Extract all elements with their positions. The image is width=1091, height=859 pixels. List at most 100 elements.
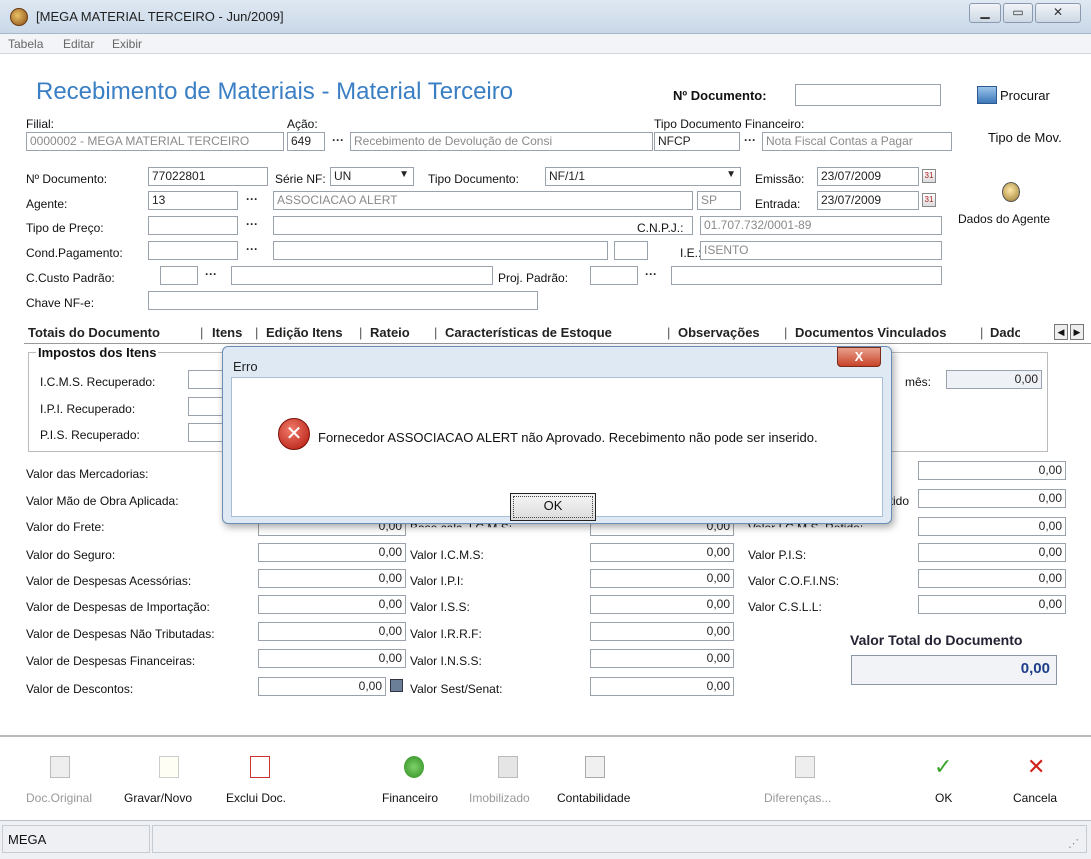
valor-inss-label: Valor I.N.S.S: xyxy=(410,654,482,668)
tab-edicao-itens[interactable]: Edição Itens xyxy=(266,325,343,340)
tipo-preco-desc-field xyxy=(273,216,693,235)
close-icon[interactable]: ✕ xyxy=(1035,3,1081,23)
valor-seguro-field[interactable]: 0,00 xyxy=(258,543,406,562)
cond-pag-label: Cond.Pagamento: xyxy=(26,246,123,260)
minimize-icon[interactable]: ▁ xyxy=(969,3,1001,23)
check-icon[interactable]: ✓ xyxy=(934,756,954,778)
pis-recuperado-label: P.I.S. Recuperado: xyxy=(40,428,140,442)
tab-itens[interactable]: Itens xyxy=(212,325,242,340)
delete-document-icon[interactable] xyxy=(250,756,270,778)
search-icon[interactable] xyxy=(977,86,997,104)
chave-field[interactable] xyxy=(148,291,538,310)
filial-field[interactable]: 0000002 - MEGA MATERIAL TERCEIRO xyxy=(26,132,284,151)
tipo-fin-code-field[interactable]: NFCP xyxy=(654,132,740,151)
contabilidade-button[interactable]: Contabilidade xyxy=(557,791,630,805)
tab-scroll-left-icon[interactable]: ◀ xyxy=(1054,324,1068,340)
cancela-button[interactable]: Cancela xyxy=(1013,791,1057,805)
imobilizado-button[interactable]: Imobilizado xyxy=(469,791,530,805)
valor-pis-label: Valor P.I.S: xyxy=(748,548,807,562)
tipo-preco-code-field[interactable] xyxy=(148,216,238,235)
doc-search-input[interactable] xyxy=(795,84,941,106)
valor-iss-label: Valor I.S.S: xyxy=(410,600,470,614)
tab-scroll-right-icon[interactable]: ▶ xyxy=(1070,324,1084,340)
valor-sest-senat-label: Valor Sest/Senat: xyxy=(410,682,503,696)
maximize-icon[interactable]: ▭ xyxy=(1003,3,1033,23)
ccusto-code-field[interactable] xyxy=(160,266,198,285)
differences-icon[interactable] xyxy=(795,756,815,778)
proj-label: Proj. Padrão: xyxy=(498,271,569,285)
new-document-icon[interactable] xyxy=(159,756,179,778)
agente-lookup-button[interactable]: ··· xyxy=(246,192,258,206)
financeiro-button[interactable]: Financeiro xyxy=(382,791,438,805)
tab-caracteristicas[interactable]: Características de Estoque xyxy=(445,325,612,340)
dialog-ok-button[interactable]: OK xyxy=(510,493,596,521)
dados-agente-button[interactable]: Dados do Agente xyxy=(958,212,1050,226)
ok-button[interactable]: OK xyxy=(935,791,952,805)
acao-code-field[interactable]: 649 xyxy=(287,132,325,151)
accounting-icon[interactable] xyxy=(585,756,605,778)
tipo-doc-select[interactable]: NF/1/1 ▼ xyxy=(545,167,741,186)
valor-desp-financeiras-field[interactable]: 0,00 xyxy=(258,649,406,668)
proj-lookup-button[interactable]: ··· xyxy=(645,267,657,281)
title-bar: [MEGA MATERIAL TERCEIRO - Jun/2009] ▁ ▭ … xyxy=(0,0,1091,34)
acao-lookup-button[interactable]: ··· xyxy=(332,133,344,147)
valor-desp-nao-tributadas-field[interactable]: 0,00 xyxy=(258,622,406,641)
ie-field: ISENTO xyxy=(700,241,942,260)
valor-desp-importacao-field[interactable]: 0,00 xyxy=(258,595,406,614)
calendar-icon[interactable]: 31 xyxy=(922,193,936,207)
document-icon[interactable] xyxy=(50,756,70,778)
calculator-icon[interactable] xyxy=(390,679,403,692)
tab-rateio[interactable]: Rateio xyxy=(370,325,410,340)
tab-totais[interactable]: Totais do Documento xyxy=(28,325,160,340)
agente-code-field[interactable]: 13 xyxy=(148,191,238,210)
diferencas-button[interactable]: Diferenças... xyxy=(764,791,831,805)
ccusto-lookup-button[interactable]: ··· xyxy=(205,267,217,281)
tab-separator: | xyxy=(255,325,259,340)
col3-row1-field: 0,00 xyxy=(918,461,1066,480)
calendar-icon[interactable]: 31 xyxy=(922,169,936,183)
serie-select[interactable]: UN ▼ xyxy=(330,167,414,186)
cancel-icon[interactable]: ✕ xyxy=(1027,756,1047,778)
entrada-label: Entrada: xyxy=(755,197,801,211)
error-icon: ✕ xyxy=(278,418,310,450)
agente-label: Agente: xyxy=(26,197,68,211)
num-doc-field[interactable]: 77022801 xyxy=(148,167,268,186)
tab-dados[interactable]: Dados xyxy=(990,325,1020,340)
tipo-fin-lookup-button[interactable]: ··· xyxy=(744,133,756,147)
impostos-group-title: Impostos dos Itens xyxy=(36,345,159,360)
menu-tabela[interactable]: Tabela xyxy=(8,37,43,51)
doc-original-button[interactable]: Doc.Original xyxy=(26,791,92,805)
emissao-field[interactable]: 23/07/2009 xyxy=(817,167,919,186)
search-button[interactable]: Procurar xyxy=(1000,88,1050,103)
menu-exibir[interactable]: Exibir xyxy=(112,37,142,51)
menu-editar[interactable]: Editar xyxy=(63,37,94,51)
dialog-title: Erro xyxy=(233,359,258,374)
agent-details-icon[interactable] xyxy=(1002,182,1020,202)
valor-descontos-field[interactable]: 0,00 xyxy=(258,677,386,696)
valor-desp-acessorias-label: Valor de Despesas Acessórias: xyxy=(26,574,192,588)
valor-mao-obra-label: Valor Mão de Obra Aplicada: xyxy=(26,494,179,508)
exclui-doc-button[interactable]: Exclui Doc. xyxy=(226,791,286,805)
cond-pag-extra-field[interactable] xyxy=(614,241,648,260)
tipo-mov-label[interactable]: Tipo de Mov. xyxy=(988,130,1062,145)
resize-grip-icon[interactable]: ⋰ xyxy=(1068,837,1079,850)
valor-desp-acessorias-field[interactable]: 0,00 xyxy=(258,569,406,588)
cond-pag-code-field[interactable] xyxy=(148,241,238,260)
tipo-preco-lookup-button[interactable]: ··· xyxy=(246,217,258,231)
dialog-message: Fornecedor ASSOCIACAO ALERT não Aprovado… xyxy=(318,430,818,445)
dialog-close-icon[interactable]: X xyxy=(837,347,881,367)
tab-separator: | xyxy=(667,325,671,340)
valor-csll-field: 0,00 xyxy=(918,595,1066,614)
asset-icon[interactable] xyxy=(498,756,518,778)
cond-pag-lookup-button[interactable]: ··· xyxy=(246,242,258,256)
money-icon[interactable] xyxy=(404,756,424,778)
tipo-fin-desc-field: Nota Fiscal Contas a Pagar xyxy=(762,132,952,151)
proj-code-field[interactable] xyxy=(590,266,638,285)
window-title: [MEGA MATERIAL TERCEIRO - Jun/2009] xyxy=(36,9,284,24)
entrada-field[interactable]: 23/07/2009 xyxy=(817,191,919,210)
tab-observacoes[interactable]: Observações xyxy=(678,325,760,340)
gravar-novo-button[interactable]: Gravar/Novo xyxy=(124,791,192,805)
tab-documentos-vinculados[interactable]: Documentos Vinculados xyxy=(795,325,946,340)
tipo-doc-value: NF/1/1 xyxy=(549,169,586,183)
total-label: Valor Total do Documento xyxy=(850,632,1023,648)
